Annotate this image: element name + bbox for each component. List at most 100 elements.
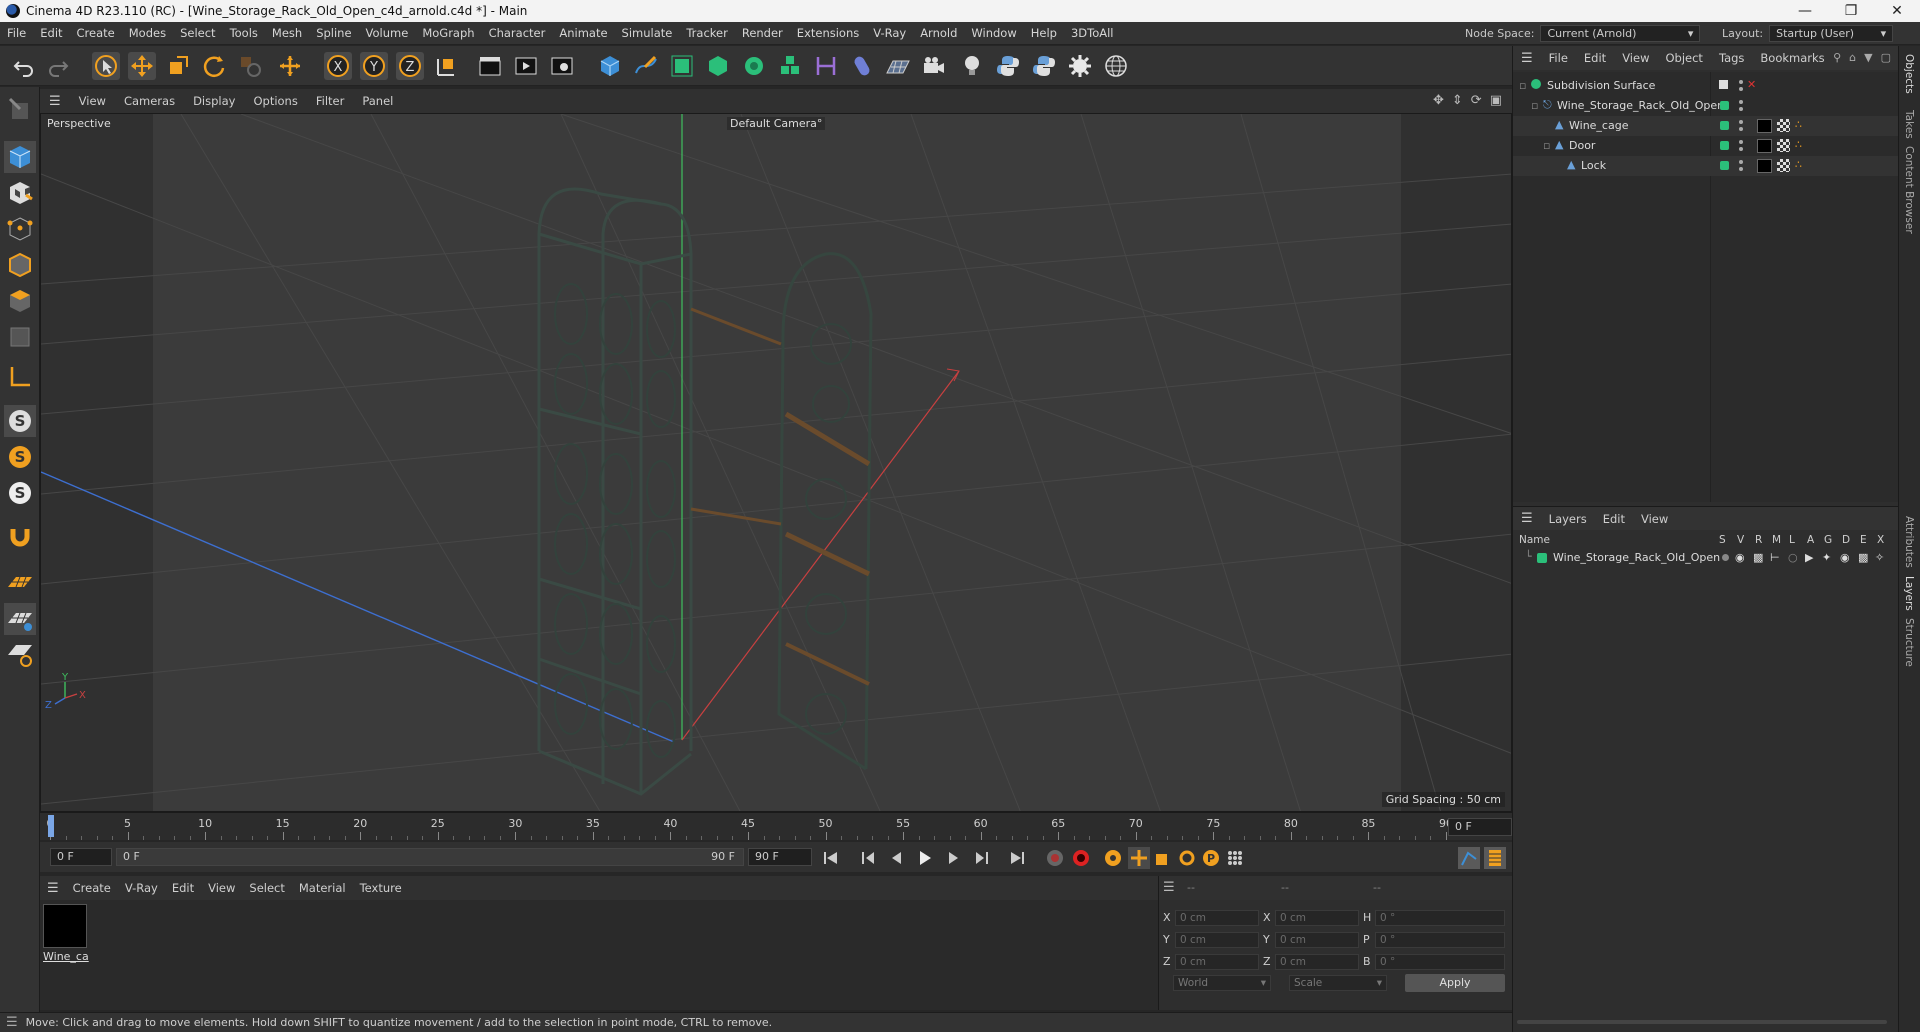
keyframe-selection-button[interactable] — [1102, 847, 1124, 869]
rot-h-field[interactable]: 0 ° — [1375, 910, 1505, 926]
move-tool-button[interactable] — [128, 52, 156, 80]
transform-tool-button[interactable] — [276, 52, 304, 80]
next-key-button[interactable] — [970, 847, 992, 869]
python-generator-button[interactable] — [1030, 52, 1058, 80]
pen-spline-button[interactable] — [632, 52, 660, 80]
autokey-button[interactable] — [1070, 847, 1092, 869]
layer-flag-manager[interactable]: M — [1772, 534, 1781, 546]
object-menu-tags[interactable]: Tags — [1711, 51, 1752, 65]
object-row-wine-cage[interactable]: ▲ Wine_cage ∴ — [1513, 116, 1899, 136]
size-z-field[interactable]: 0 cm — [1275, 954, 1359, 970]
object-row-lock[interactable]: ▲ Lock ∴ — [1513, 156, 1899, 176]
previous-frame-button[interactable] — [886, 847, 908, 869]
render-view-button[interactable] — [476, 52, 504, 80]
workplane-snap-button[interactable]: S — [4, 477, 36, 509]
material-menu-view[interactable]: View — [201, 881, 242, 895]
layer-menu-edit[interactable]: Edit — [1595, 512, 1633, 526]
recent-tools-button[interactable] — [236, 52, 264, 80]
timeline-window-button[interactable] — [1484, 847, 1506, 869]
locked-workplane-button[interactable] — [4, 603, 36, 635]
layer-flag-deformers[interactable]: D — [1842, 534, 1850, 546]
menu-extensions[interactable]: Extensions — [790, 26, 866, 40]
maximize-button[interactable]: ❐ — [1828, 0, 1874, 22]
viewport-menu-display[interactable]: Display — [184, 94, 244, 108]
pos-y-field[interactable]: 0 cm — [1175, 932, 1259, 948]
tree-toggle-icon[interactable]: ▫ — [1531, 99, 1538, 112]
texture-tag-icon[interactable] — [1777, 139, 1790, 152]
workplane-align-button[interactable] — [4, 639, 36, 671]
viewport-menu-cameras[interactable]: Cameras — [115, 94, 184, 108]
mograph-cubes-button[interactable] — [776, 52, 804, 80]
perspective-viewport[interactable]: Y X Z Perspective Default Camera° Grid S… — [40, 113, 1512, 812]
rot-p-field[interactable]: 0 ° — [1375, 932, 1505, 948]
end-frame-field[interactable]: 90 F — [748, 848, 812, 866]
motion-tracking-button[interactable] — [1458, 847, 1480, 869]
menu-create[interactable]: Create — [70, 26, 122, 40]
material-menu-create[interactable]: Create — [66, 881, 118, 895]
rotate-tool-button[interactable] — [200, 52, 228, 80]
render-clapboard-icon[interactable]: ▩ — [1753, 551, 1763, 564]
tab-layers[interactable]: Layers — [1903, 576, 1915, 611]
menu-render[interactable]: Render — [735, 26, 790, 40]
snap-settings-button[interactable]: S — [4, 441, 36, 473]
menu-arnold[interactable]: Arnold — [913, 26, 964, 40]
points-mode-button[interactable] — [4, 213, 36, 245]
menu-tracker[interactable]: Tracker — [679, 26, 735, 40]
hamburger-icon[interactable]: ☰ — [1163, 880, 1175, 895]
go-to-start-button[interactable] — [820, 847, 842, 869]
eye-icon[interactable]: ◉ — [1735, 551, 1745, 564]
viewport-menu-view[interactable]: View — [70, 94, 115, 108]
render-settings-button[interactable] — [548, 52, 576, 80]
layer-flag-visible[interactable]: V — [1737, 534, 1744, 546]
layer-flag-generators[interactable]: G — [1824, 534, 1832, 546]
tweak-button[interactable] — [4, 521, 36, 553]
texture-tag-icon[interactable] — [1777, 119, 1790, 132]
rot-b-field[interactable]: 0 ° — [1375, 954, 1505, 970]
size-x-field[interactable]: 0 cm — [1275, 910, 1359, 926]
layer-color-dot[interactable] — [1720, 121, 1729, 130]
new-window-icon[interactable]: ▢ — [1881, 51, 1891, 64]
previous-key-button[interactable] — [858, 847, 880, 869]
scale-tool-button[interactable] — [164, 52, 192, 80]
layer-color-dot[interactable] — [1720, 161, 1729, 170]
menu-character[interactable]: Character — [482, 26, 553, 40]
menu-3dtoall[interactable]: 3DToAll — [1064, 26, 1121, 40]
orbit-view-icon[interactable]: ⟳ — [1471, 93, 1482, 108]
menu-help[interactable]: Help — [1024, 26, 1064, 40]
layer-flag-xref[interactable]: X — [1877, 534, 1884, 546]
key-scale-button[interactable] — [1152, 847, 1174, 869]
x-axis-lock-button[interactable]: X — [324, 52, 352, 80]
size-y-field[interactable]: 0 cm — [1275, 932, 1359, 948]
field-button[interactable] — [848, 52, 876, 80]
default-camera-label[interactable]: Default Camera° — [727, 117, 826, 130]
search-icon[interactable]: ⚲ — [1833, 51, 1841, 64]
tree-toggle-icon[interactable]: ▫ — [1519, 79, 1526, 92]
uv-mode-button[interactable] — [4, 321, 36, 353]
key-pla-button[interactable] — [1224, 847, 1246, 869]
menu-tools[interactable]: Tools — [223, 26, 265, 40]
lock-icon[interactable]: ○ — [1788, 551, 1798, 564]
settings-gear-button[interactable] — [1066, 52, 1094, 80]
z-axis-lock-button[interactable]: Z — [396, 52, 424, 80]
layer-flag-render[interactable]: R — [1755, 534, 1762, 546]
edges-mode-button[interactable] — [4, 249, 36, 281]
tab-structure[interactable]: Structure — [1903, 618, 1915, 667]
layer-color-swatch[interactable] — [1537, 553, 1547, 563]
timeline-track[interactable]: 051015202530354045505560657075808590 — [47, 813, 1453, 841]
material-name[interactable]: Wine_ca — [43, 950, 89, 963]
hamburger-icon[interactable]: ☰ — [40, 94, 70, 109]
visibility-dots-icon[interactable] — [1739, 120, 1743, 132]
viewport-menu-panel[interactable]: Panel — [353, 94, 402, 108]
generator-icon[interactable]: ✦ — [1822, 551, 1831, 564]
python-script-button[interactable] — [994, 52, 1022, 80]
material-menu-vray[interactable]: V-Ray — [118, 881, 165, 895]
viewport-menu-filter[interactable]: Filter — [307, 94, 353, 108]
globe-web-button[interactable] — [1102, 52, 1130, 80]
visibility-dots-icon[interactable] — [1739, 140, 1743, 152]
material-tag-icon[interactable] — [1757, 139, 1772, 153]
layer-flag-solo[interactable]: S — [1719, 534, 1726, 546]
model-mode-button[interactable] — [4, 141, 36, 173]
hamburger-icon[interactable]: ☰ — [6, 1015, 18, 1030]
material-menu-edit[interactable]: Edit — [165, 881, 201, 895]
layer-color-dot[interactable] — [1720, 101, 1729, 110]
